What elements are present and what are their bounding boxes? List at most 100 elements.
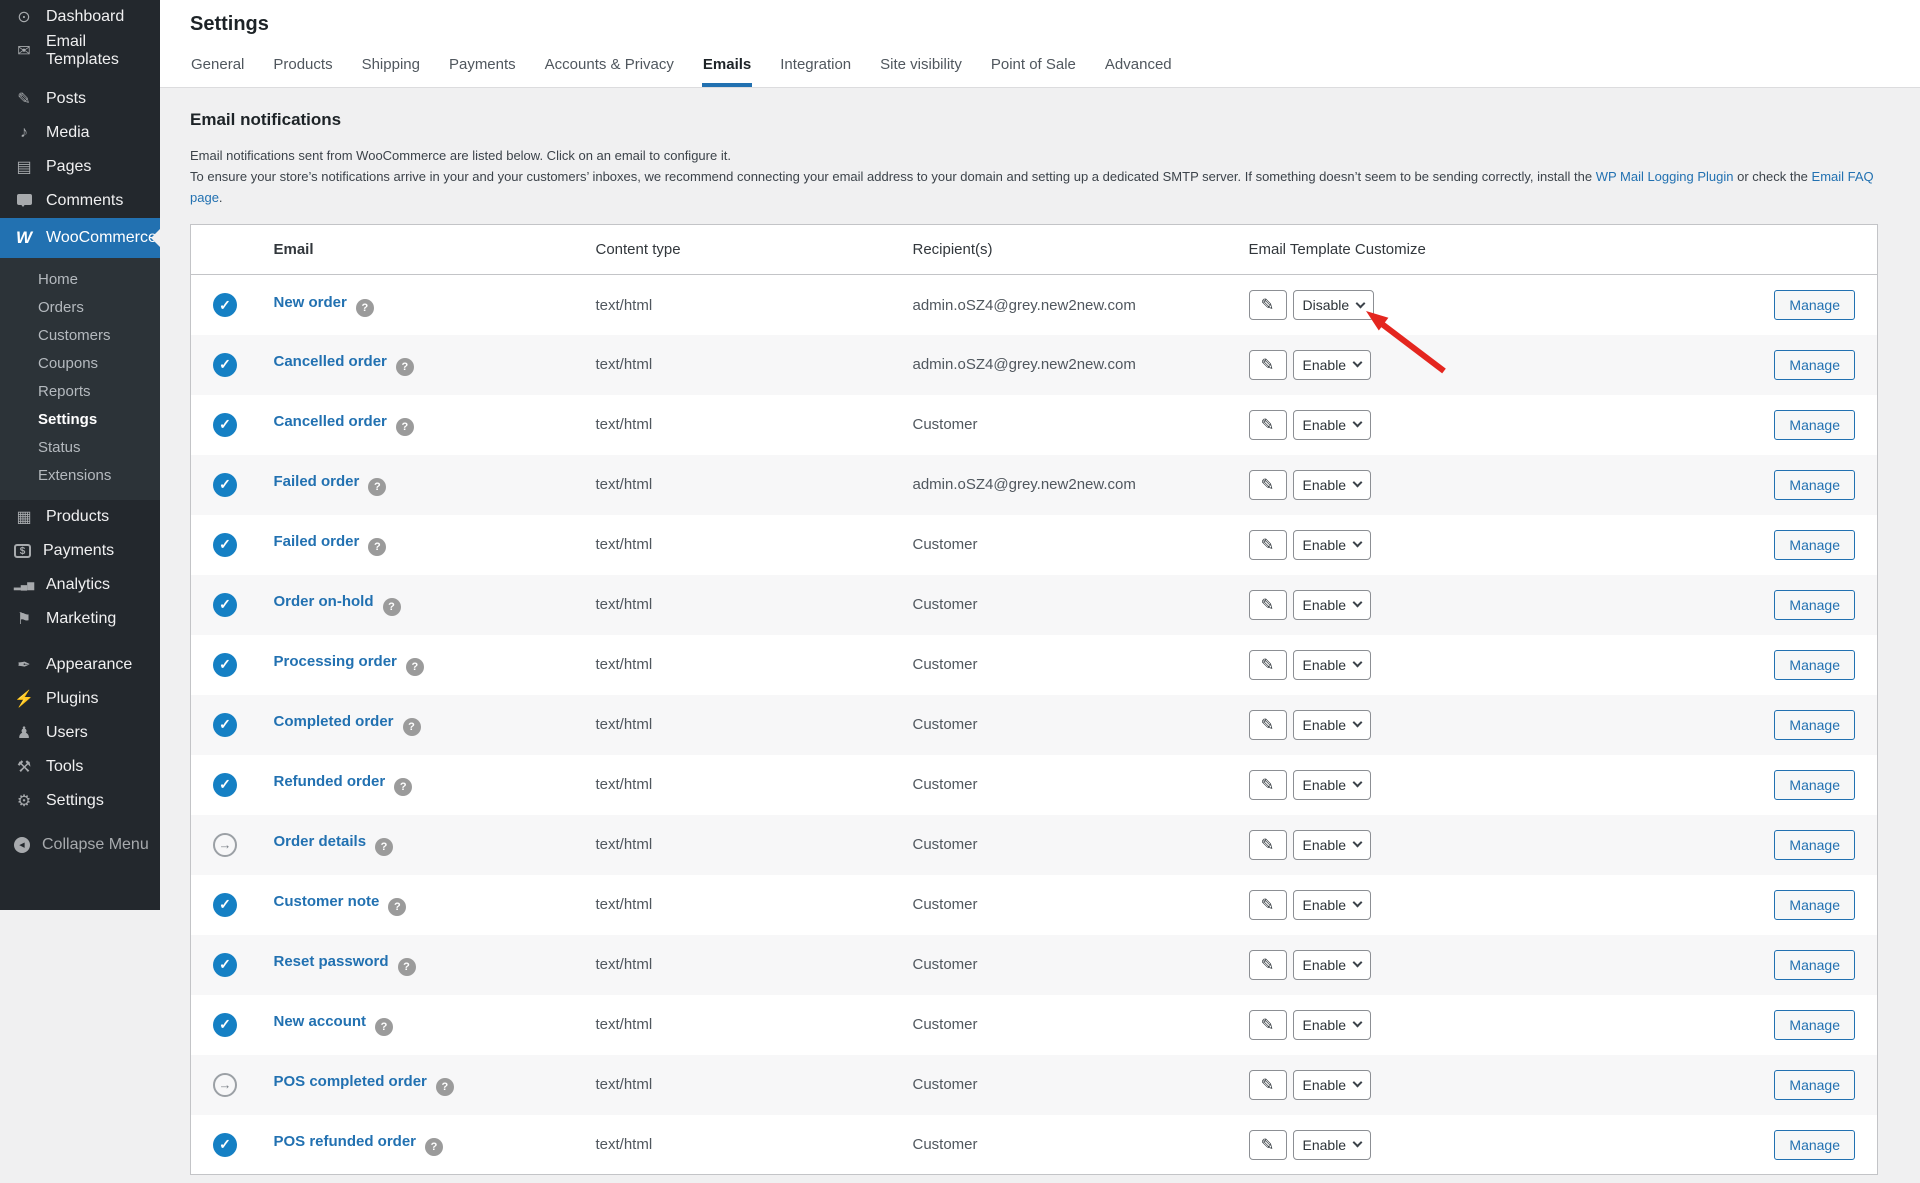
settings-tab[interactable]: General: [190, 50, 245, 87]
help-icon[interactable]: ?: [368, 478, 387, 497]
enable-disable-dropdown[interactable]: Enable: [1292, 709, 1372, 740]
enable-disable-dropdown[interactable]: Disable: [1292, 290, 1375, 321]
sidebar-item[interactable]: ✒ Appearance: [0, 648, 160, 682]
sidebar-item[interactable]: ▦ Products: [0, 500, 160, 534]
sidebar-item[interactable]: ♪ Media: [0, 116, 160, 150]
sidebar-item[interactable]: ▂▄▆ Analytics: [0, 568, 160, 602]
manage-button[interactable]: Manage: [1774, 469, 1855, 500]
manage-button[interactable]: Manage: [1774, 949, 1855, 980]
edit-template-button[interactable]: ✎: [1248, 889, 1287, 920]
help-icon[interactable]: ?: [355, 298, 374, 317]
email-name-link[interactable]: Failed order: [274, 533, 360, 550]
sidebar-item[interactable]: ✉ Email Templates: [0, 33, 160, 68]
woocommerce-submenu-item[interactable]: Home: [0, 266, 160, 294]
email-name-link[interactable]: Order on-hold: [274, 593, 374, 610]
manage-button[interactable]: Manage: [1774, 1129, 1855, 1160]
manage-button[interactable]: Manage: [1774, 1069, 1855, 1100]
sidebar-item[interactable]: ▤ Pages: [0, 150, 160, 184]
enable-disable-dropdown[interactable]: Enable: [1292, 349, 1372, 380]
edit-template-button[interactable]: ✎: [1248, 469, 1287, 500]
enable-disable-dropdown[interactable]: Enable: [1292, 649, 1372, 680]
help-icon[interactable]: ?: [405, 658, 424, 677]
email-name-link[interactable]: Order details: [274, 833, 367, 850]
manage-button[interactable]: Manage: [1774, 649, 1855, 680]
email-name-link[interactable]: Customer note: [274, 893, 380, 910]
email-name-link[interactable]: Refunded order: [274, 773, 386, 790]
enable-disable-dropdown[interactable]: Enable: [1292, 589, 1372, 620]
edit-template-button[interactable]: ✎: [1248, 349, 1287, 380]
woocommerce-submenu-item[interactable]: Orders: [0, 294, 160, 322]
sidebar-item[interactable]: ⚑ Marketing: [0, 602, 160, 636]
enable-disable-dropdown[interactable]: Enable: [1292, 829, 1372, 860]
manage-button[interactable]: Manage: [1774, 409, 1855, 440]
edit-template-button[interactable]: ✎: [1248, 769, 1287, 800]
settings-tab[interactable]: Advanced: [1104, 50, 1173, 87]
sidebar-item[interactable]: Comments: [0, 184, 160, 218]
email-name-link[interactable]: Reset password: [274, 953, 389, 970]
edit-template-button[interactable]: ✎: [1248, 829, 1287, 860]
sidebar-item[interactable]: ♟ Users: [0, 716, 160, 750]
help-icon[interactable]: ?: [388, 898, 407, 917]
help-icon[interactable]: ?: [368, 538, 387, 557]
settings-tab[interactable]: Products: [272, 50, 333, 87]
settings-tab[interactable]: Payments: [448, 50, 517, 87]
woocommerce-submenu-item[interactable]: Extensions: [0, 462, 160, 490]
edit-template-button[interactable]: ✎: [1248, 589, 1287, 620]
help-icon[interactable]: ?: [394, 778, 413, 797]
edit-template-button[interactable]: ✎: [1248, 1129, 1287, 1160]
edit-template-button[interactable]: ✎: [1248, 709, 1287, 740]
enable-disable-dropdown[interactable]: Enable: [1292, 1009, 1372, 1040]
manage-button[interactable]: Manage: [1774, 589, 1855, 620]
email-name-link[interactable]: POS refunded order: [274, 1133, 417, 1150]
manage-button[interactable]: Manage: [1774, 709, 1855, 740]
email-name-link[interactable]: Failed order: [274, 473, 360, 490]
help-icon[interactable]: ?: [395, 358, 414, 377]
settings-tab[interactable]: Shipping: [361, 50, 421, 87]
help-icon[interactable]: ?: [382, 598, 401, 617]
settings-tab[interactable]: Accounts & Privacy: [544, 50, 675, 87]
edit-template-button[interactable]: ✎: [1248, 949, 1287, 980]
edit-template-button[interactable]: ✎: [1248, 1069, 1287, 1100]
woocommerce-submenu-item[interactable]: Settings: [0, 406, 160, 434]
enable-disable-dropdown[interactable]: Enable: [1292, 1129, 1372, 1160]
sidebar-item[interactable]: ⚙ Settings: [0, 784, 160, 818]
edit-template-button[interactable]: ✎: [1248, 409, 1287, 440]
help-icon[interactable]: ?: [435, 1078, 454, 1097]
settings-tab[interactable]: Emails: [701, 50, 753, 87]
sidebar-item[interactable]: ✎ Posts: [0, 82, 160, 116]
email-name-link[interactable]: New account: [274, 1013, 367, 1030]
edit-template-button[interactable]: ✎: [1248, 649, 1287, 680]
email-name-link[interactable]: Cancelled order: [274, 353, 387, 370]
sidebar-item[interactable]: $ Payments: [0, 534, 160, 568]
enable-disable-dropdown[interactable]: Enable: [1292, 1069, 1372, 1100]
woocommerce-submenu-item[interactable]: Customers: [0, 322, 160, 350]
help-icon[interactable]: ?: [375, 838, 394, 857]
settings-tab[interactable]: Integration: [779, 50, 852, 87]
wp-mail-logging-plugin-link[interactable]: WP Mail Logging Plugin: [1596, 169, 1734, 184]
enable-disable-dropdown[interactable]: Enable: [1292, 889, 1372, 920]
manage-button[interactable]: Manage: [1774, 290, 1855, 321]
email-name-link[interactable]: Cancelled order: [274, 413, 387, 430]
manage-button[interactable]: Manage: [1774, 829, 1855, 860]
woocommerce-submenu-item[interactable]: Status: [0, 434, 160, 462]
edit-template-button[interactable]: ✎: [1248, 290, 1287, 321]
sidebar-item[interactable]: ⚡ Plugins: [0, 682, 160, 716]
enable-disable-dropdown[interactable]: Enable: [1292, 469, 1372, 500]
email-name-link[interactable]: New order: [274, 294, 347, 311]
edit-template-button[interactable]: ✎: [1248, 1009, 1287, 1040]
help-icon[interactable]: ?: [375, 1018, 394, 1037]
woocommerce-submenu-item[interactable]: Coupons: [0, 350, 160, 378]
sidebar-item-woocommerce[interactable]: W WooCommerce: [0, 218, 160, 258]
help-icon[interactable]: ?: [397, 958, 416, 977]
enable-disable-dropdown[interactable]: Enable: [1292, 529, 1372, 560]
manage-button[interactable]: Manage: [1774, 529, 1855, 560]
email-name-link[interactable]: Completed order: [274, 713, 394, 730]
help-icon[interactable]: ?: [402, 718, 421, 737]
manage-button[interactable]: Manage: [1774, 889, 1855, 920]
email-name-link[interactable]: Processing order: [274, 653, 397, 670]
help-icon[interactable]: ?: [395, 418, 414, 437]
edit-template-button[interactable]: ✎: [1248, 529, 1287, 560]
woocommerce-submenu-item[interactable]: Reports: [0, 378, 160, 406]
sidebar-item[interactable]: ⚒ Tools: [0, 750, 160, 784]
settings-tab[interactable]: Site visibility: [879, 50, 963, 87]
